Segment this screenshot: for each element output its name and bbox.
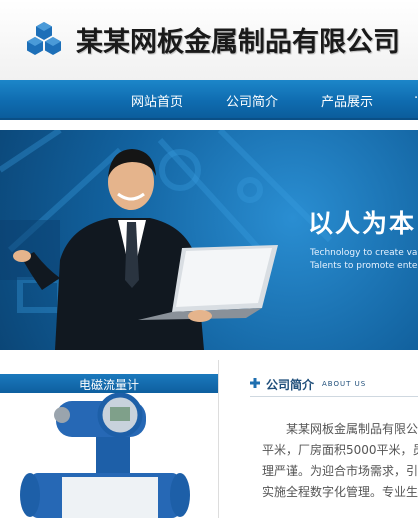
nav-item-home[interactable]: 网站首页 [131, 91, 183, 110]
nav-item-about[interactable]: 公司简介 [226, 91, 278, 110]
banner-title: 以人为本 [308, 209, 417, 238]
about-text-line-3: 理严谨。为迎合市场需求，引 [262, 464, 418, 478]
banner-subtitle-2: Talents to promote enterprise [310, 261, 418, 271]
businessman-with-laptop-image [13, 149, 278, 350]
plus-icon [250, 378, 260, 388]
logo-cubes-icon [27, 22, 61, 55]
nav-item-products[interactable]: 产品展示 [321, 91, 373, 110]
about-panel: 公司简介 ABOUT US 某某网板金属制品有限公司 平米，厂房面积5000平米… [230, 360, 418, 518]
nav-item-more[interactable]: · [414, 91, 418, 106]
hero-banner: 以人为本 Technology to create value Talents … [0, 130, 418, 350]
main-nav: 网站首页 公司简介 产品展示 · [0, 80, 418, 120]
site-title: 某某网板金属制品有限公司 [76, 27, 400, 58]
about-text-line-1: 某某网板金属制品有限公司 [286, 422, 418, 436]
about-divider [250, 396, 418, 397]
flowmeter-image [20, 393, 190, 518]
about-heading[interactable]: 公司简介 [266, 376, 314, 393]
product-title[interactable]: 电磁流量计 [0, 376, 218, 393]
product-title-bar: 电磁流量计 [0, 374, 218, 393]
banner-subtitle-1: Technology to create value [310, 248, 418, 258]
site-header: 某某网板金属制品有限公司 [0, 0, 418, 80]
about-heading-en: ABOUT US [322, 380, 367, 388]
product-image[interactable] [0, 393, 218, 518]
section-divider [0, 350, 418, 360]
spacer [0, 120, 418, 130]
about-text-line-2: 平米，厂房面积5000平米，员 [262, 443, 418, 457]
product-panel: 电磁流量计 [0, 360, 219, 518]
about-text-line-4: 实施全程数字化管理。专业生 [262, 485, 418, 499]
